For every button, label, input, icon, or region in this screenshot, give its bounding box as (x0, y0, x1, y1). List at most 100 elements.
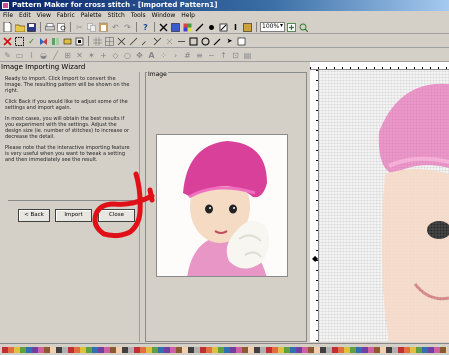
app-window: Pattern Maker for cross stitch - [Import… (0, 0, 449, 355)
pencil-icon[interactable]: ✎ (2, 50, 13, 61)
help-icon[interactable]: ? (140, 22, 151, 33)
menu-fabric[interactable]: Fabric (57, 11, 75, 21)
source-photo (156, 134, 288, 277)
palette-icon[interactable] (242, 22, 253, 33)
half-stitch-icon[interactable] (128, 36, 139, 47)
quarter-stitch-icon[interactable] (140, 36, 151, 47)
menu-window[interactable]: Window (152, 11, 176, 21)
ruler-pointer-icon: ◆ (312, 254, 319, 263)
wizard-paragraph-experiment: In most cases, you will obtain the best … (5, 116, 130, 140)
back-button[interactable]: < Back (18, 209, 50, 222)
toolbar-separator (154, 22, 155, 32)
cross-icon[interactable]: ✕ (74, 50, 85, 61)
open-folder-icon[interactable] (14, 22, 25, 33)
arrow-up-icon[interactable]: ↑ (218, 50, 229, 61)
toolbar-stitch: ✓ ➤ (0, 35, 449, 48)
select-arrow-icon[interactable]: ➤ (224, 36, 235, 47)
backstitch-icon[interactable] (194, 22, 205, 33)
diamond-icon[interactable]: ◇ (110, 50, 121, 61)
menu-bar: File Edit View Fabric Palette Stitch Too… (0, 11, 449, 21)
menu-view[interactable]: View (37, 11, 51, 21)
toolbar-separator (256, 22, 257, 32)
circle-icon[interactable]: ○ (122, 50, 133, 61)
window-title: Pattern Maker for cross stitch - [Import… (12, 1, 218, 9)
dropper-icon[interactable]: ⌇ (26, 50, 37, 61)
grid-large-icon[interactable] (104, 36, 115, 47)
eraser-icon[interactable]: ▭ (14, 50, 25, 61)
fill-icon[interactable] (74, 36, 85, 47)
zoom-select[interactable]: 100% (260, 22, 285, 32)
bars-icon[interactable]: ≡ (194, 50, 205, 61)
bucket-icon[interactable]: ◒ (38, 50, 49, 61)
horizontal-ruler (310, 62, 449, 70)
menu-help[interactable]: Help (181, 11, 195, 21)
plus-icon[interactable]: + (98, 50, 109, 61)
menu-stitch[interactable]: Stitch (108, 11, 125, 21)
three-quarter-stitch-icon[interactable] (152, 36, 163, 47)
wizard-divider (8, 200, 133, 201)
line-tool-icon[interactable] (176, 36, 187, 47)
palette-swatches[interactable] (2, 347, 447, 353)
petite-stitch-icon[interactable] (164, 36, 175, 47)
checkmark-icon[interactable]: ✓ (26, 36, 37, 47)
toolbar-separator (70, 22, 71, 32)
wizard-panel: Ready to import. Click Import to convert… (0, 72, 140, 342)
menu-palette[interactable]: Palette (81, 11, 102, 21)
color-swatch-icon[interactable] (182, 22, 193, 33)
grid-fill-icon[interactable] (170, 22, 181, 33)
toolbar-separator (88, 36, 89, 46)
paste-icon[interactable] (98, 22, 109, 33)
wizard-paragraph-ready: Ready to import. Click Import to convert… (5, 76, 130, 94)
full-stitch-icon[interactable] (116, 36, 127, 47)
layers-icon[interactable]: ▤ (242, 50, 253, 61)
move-icon[interactable]: ✥ (134, 50, 145, 61)
grid-toggle-icon[interactable]: ⊡ (230, 50, 241, 61)
rectangle-tool-icon[interactable] (188, 36, 199, 47)
print-icon[interactable] (44, 22, 55, 33)
mirror-icon[interactable] (50, 36, 61, 47)
toolbar-separator (40, 22, 41, 32)
chevron-icon[interactable]: › (170, 50, 181, 61)
save-icon[interactable] (26, 22, 37, 33)
flip-icon[interactable] (38, 36, 49, 47)
dots-icon[interactable]: ⁘ (158, 50, 169, 61)
close-button[interactable]: Close (98, 209, 135, 222)
cut-icon[interactable]: ✂ (74, 22, 85, 33)
text-cursor-icon[interactable]: I (230, 22, 241, 33)
star-icon[interactable]: ✶ (86, 50, 97, 61)
line-icon[interactable]: ╱ (50, 50, 61, 61)
cross-stitch-icon[interactable] (158, 22, 169, 33)
knot-icon[interactable] (206, 22, 217, 33)
hash-icon[interactable]: # (182, 50, 193, 61)
copy-icon[interactable] (86, 22, 97, 33)
menu-edit[interactable]: Edit (19, 11, 31, 21)
wizard-buttons: < Back Import Close (18, 209, 138, 223)
redo-icon[interactable]: ↷ (122, 22, 133, 33)
toolbar-separator (136, 22, 137, 32)
text-tool-icon[interactable]: A (146, 50, 157, 61)
select-icon[interactable] (14, 36, 25, 47)
pattern-canvas[interactable] (319, 70, 449, 342)
brush-icon[interactable] (212, 36, 223, 47)
pattern-icon[interactable]: ⊞ (62, 50, 73, 61)
color-palette-bar (0, 343, 449, 355)
zoom-out-icon[interactable] (298, 22, 309, 33)
menu-file[interactable]: File (3, 11, 13, 21)
import-button[interactable]: Import (55, 209, 92, 222)
ellipse-tool-icon[interactable] (200, 36, 211, 47)
rotate-icon[interactable] (62, 36, 73, 47)
title-bar: Pattern Maker for cross stitch - [Import… (0, 0, 449, 11)
print-preview-icon[interactable] (56, 22, 67, 33)
wizard-paragraph-back: Click Back if you would like to adjust s… (5, 99, 128, 111)
zoom-in-icon[interactable] (286, 22, 297, 33)
wizard-paragraph-note: Please note that the interactive importi… (5, 145, 130, 163)
area-select-icon[interactable] (236, 36, 247, 47)
grid-small-icon[interactable] (92, 36, 103, 47)
vertical-ruler (310, 70, 319, 342)
bead-icon[interactable] (218, 22, 229, 33)
menu-tools[interactable]: Tools (131, 11, 146, 21)
new-file-icon[interactable] (2, 22, 13, 33)
delete-icon[interactable] (2, 36, 13, 47)
undo-icon[interactable]: ↶ (110, 22, 121, 33)
tilde-icon[interactable]: ~ (206, 50, 217, 61)
